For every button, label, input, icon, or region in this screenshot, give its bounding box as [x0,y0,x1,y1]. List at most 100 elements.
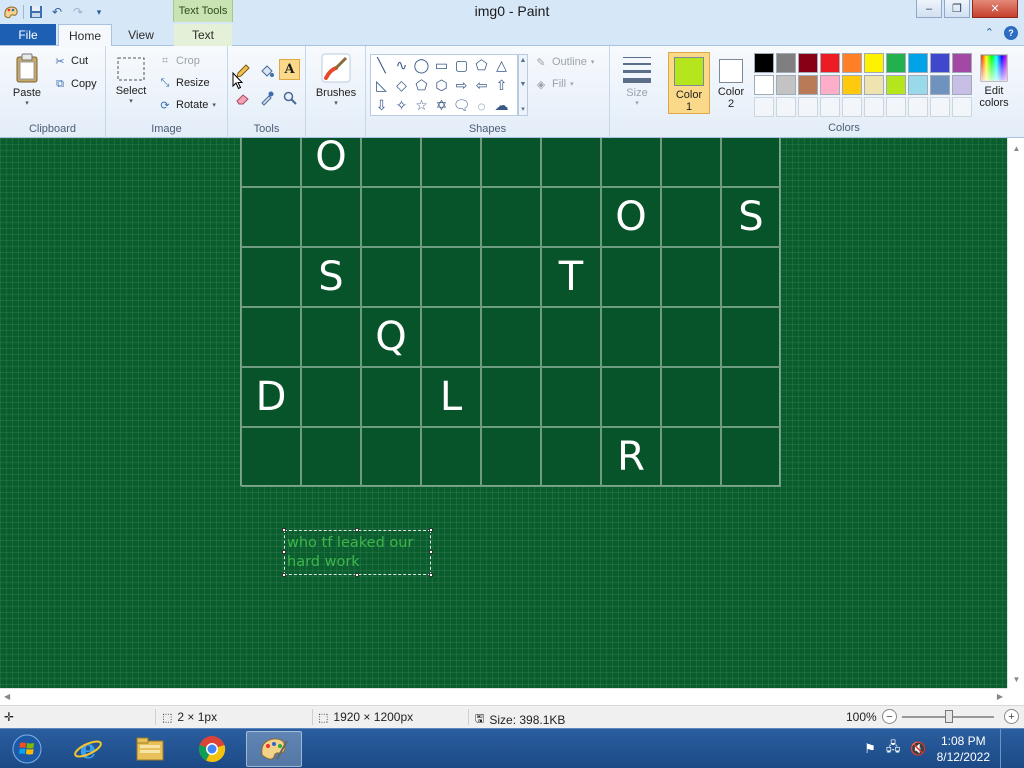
palette-swatch[interactable] [908,75,928,95]
color1-button[interactable]: Color 1 [668,52,710,114]
fill-dropdown-icon[interactable]: ▾ [570,80,574,88]
tab-file[interactable]: File [0,24,56,45]
palette-swatch[interactable] [754,53,774,73]
copy-button[interactable]: ⧉ Copy [53,77,97,91]
magnifier-icon[interactable] [279,87,300,108]
scroll-down-icon[interactable]: ▼ [520,81,527,88]
edit-colors-button[interactable]: Edit colors [976,54,1012,109]
custom-color-slot[interactable] [820,97,840,117]
resize-handle-sw[interactable] [282,573,286,577]
palette-swatch[interactable] [798,53,818,73]
redo-icon[interactable]: ↷ [69,3,87,21]
start-button[interactable] [4,731,50,767]
taskbar-paint[interactable] [246,731,302,767]
palette-swatch[interactable] [754,75,774,95]
color-picker-icon[interactable] [256,87,277,108]
size-dropdown-icon[interactable]: ▾ [635,99,639,107]
resize-handle-e[interactable] [429,550,433,554]
resize-button[interactable]: ⤡ Resize [158,76,210,90]
palette-swatch[interactable] [820,75,840,95]
four-point-star-shape-icon[interactable]: ✧ [392,96,411,115]
palette-swatch[interactable] [952,75,972,95]
custom-color-slot[interactable] [776,97,796,117]
outline-button[interactable]: ✎ Outline ▾ [534,55,594,69]
help-icon[interactable]: ? [1004,26,1018,40]
rectangle-shape-icon[interactable]: ▭ [432,56,451,75]
outline-dropdown-icon[interactable]: ▾ [591,58,595,66]
minimize-ribbon-icon[interactable]: ⌃ [985,26,994,40]
palette-swatch[interactable] [930,75,950,95]
gallery-more-icon[interactable]: ▾ [521,105,525,113]
show-desktop-button[interactable] [1000,729,1012,768]
action-center-flag-icon[interactable]: ⚑ [864,741,876,757]
resize-handle-nw[interactable] [282,528,286,532]
tab-home[interactable]: Home [58,24,112,47]
six-point-star-shape-icon[interactable]: ✡ [432,96,451,115]
palette-swatch[interactable] [886,75,906,95]
volume-muted-icon[interactable]: 🔇 [910,741,926,757]
curve-shape-icon[interactable]: ∿ [392,56,411,75]
cut-button[interactable]: ✂ Cut [53,54,88,68]
size-button[interactable]: Size ▾ [618,54,656,107]
select-dropdown-icon[interactable]: ▾ [129,97,133,105]
minimize-button[interactable]: – [916,0,942,18]
text-tool-icon[interactable]: A [279,59,300,80]
rotate-dropdown-icon[interactable]: ▾ [212,101,216,109]
paint-app-icon[interactable] [2,3,20,21]
fill-bucket-icon[interactable] [256,60,277,81]
cloud-callout-shape-icon[interactable]: ☁ [492,96,511,115]
horizontal-scrollbar[interactable]: ◀ ▶ [0,688,1007,705]
oval-shape-icon[interactable]: ◯ [412,56,431,75]
paste-button[interactable]: Paste ▾ [8,52,46,107]
polygon-shape-icon[interactable]: ⬠ [472,56,491,75]
customize-qat-icon[interactable]: ▾ [90,3,108,21]
left-arrow-shape-icon[interactable]: ⇦ [472,76,491,95]
tab-view[interactable]: View [116,24,166,46]
palette-swatch[interactable] [864,75,884,95]
network-icon[interactable]: 🖧 [886,738,901,760]
resize-handle-n[interactable] [355,528,359,532]
custom-color-slot[interactable] [842,97,862,117]
palette-swatch[interactable] [842,75,862,95]
palette-swatch[interactable] [776,75,796,95]
close-button[interactable]: ✕ [972,0,1018,18]
palette-swatch[interactable] [952,53,972,73]
palette-swatch[interactable] [864,53,884,73]
palette-swatch[interactable] [820,53,840,73]
save-icon[interactable] [27,3,45,21]
down-arrow-shape-icon[interactable]: ⇩ [372,96,391,115]
five-point-star-shape-icon[interactable]: ☆ [412,96,431,115]
taskbar-file-explorer[interactable] [122,731,178,767]
palette-swatch[interactable] [908,53,928,73]
undo-icon[interactable]: ↶ [48,3,66,21]
scroll-up-icon[interactable]: ▲ [520,57,527,64]
scroll-up-arrow-icon[interactable]: ▲ [1008,144,1024,153]
taskbar-google-chrome[interactable] [184,731,240,767]
taskbar-internet-explorer[interactable]: e [60,731,116,767]
right-arrow-shape-icon[interactable]: ⇨ [452,76,471,95]
fill-button[interactable]: ◈ Fill ▾ [534,77,574,91]
palette-swatch[interactable] [930,53,950,73]
clock[interactable]: 1:08 PM 8/12/2022 [937,733,990,765]
triangle-shape-icon[interactable]: △ [492,56,511,75]
restore-button[interactable]: ❐ [944,0,970,18]
select-button[interactable]: Select ▾ [114,56,148,105]
zoom-in-button[interactable]: + [1004,709,1019,724]
custom-color-slot[interactable] [930,97,950,117]
diamond-shape-icon[interactable]: ◇ [392,76,411,95]
brushes-dropdown-icon[interactable]: ▾ [334,99,338,107]
palette-swatch[interactable] [886,53,906,73]
resize-handle-w[interactable] [282,550,286,554]
canvas[interactable]: OOSSTQDLR who tf leaked our hard work [0,138,1007,688]
custom-color-slot[interactable] [798,97,818,117]
brushes-button[interactable]: Brushes ▾ [314,52,358,107]
custom-color-slot[interactable] [952,97,972,117]
right-triangle-shape-icon[interactable]: ◺ [372,76,391,95]
palette-swatch[interactable] [842,53,862,73]
scroll-left-arrow-icon[interactable]: ◀ [4,692,10,701]
resize-handle-se[interactable] [429,573,433,577]
zoom-slider-thumb[interactable] [945,710,953,723]
custom-color-slot[interactable] [754,97,774,117]
text-box[interactable]: who tf leaked our hard work [282,528,433,577]
zoom-out-button[interactable]: − [882,709,897,724]
